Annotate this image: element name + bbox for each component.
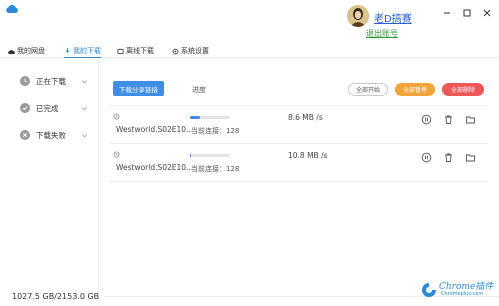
progress-fill [190,154,192,157]
sidebar-item-label: 已完成 [36,103,59,113]
file-name: Westworld.S02E10... [116,163,194,172]
chevron-down-icon [82,133,87,137]
row-divider [110,181,488,182]
tab-offline-download[interactable]: 离线下载 [117,44,154,58]
maximize-icon[interactable] [462,8,472,18]
tab-label: 我的网盘 [17,47,45,55]
download-speed: 8.6 MB /s [288,113,323,122]
folder-icon[interactable] [465,114,476,125]
download-icon [65,47,70,53]
progress-fill [190,116,200,119]
pause-all-button[interactable]: 全部暂停 [395,83,435,96]
download-row[interactable]: Westworld.S02E10... 8.6 MB /s 当前连接：128 [110,105,488,143]
watermark-logo-icon [422,283,436,297]
connection-count: 当前连接：128 [191,127,240,135]
clock-icon [20,76,30,86]
progress-bar [190,116,230,119]
download-speed: 10.8 MB /s [288,151,328,160]
sidebar-item-label: 下载失败 [36,130,66,140]
sidebar-item-completed[interactable]: 已完成 [0,97,99,119]
storage-usage: 1027.5 GB/2153.0 GB [12,292,100,301]
minimize-icon[interactable] [442,8,452,18]
connection-count: 当前连接：128 [191,165,240,173]
delete-all-button[interactable]: 全部删除 [442,83,484,96]
username-link[interactable]: 老D搞赛 [374,10,412,25]
folder-icon[interactable] [465,152,476,163]
x-circle-icon [20,130,30,140]
tab-system-settings[interactable]: 系统设置 [172,44,209,58]
watermark: Chrome插件 Chromeplus.com [418,279,498,301]
download-row[interactable]: Westworld.S02E10... 10.8 MB /s 当前连接：128 [110,143,488,181]
chevron-down-icon [82,79,87,83]
clock-icon [113,113,120,120]
sidebar-item-label: 正在下载 [36,76,66,86]
sidebar-item-failed[interactable]: 下载失败 [0,124,99,146]
trash-icon[interactable] [443,114,454,125]
pause-icon[interactable] [421,114,432,125]
watermark-url: Chromeplus.com [441,291,484,297]
file-name: Westworld.S02E10... [116,125,194,134]
tab-label: 我的下载 [73,46,101,55]
offline-icon [117,48,124,54]
start-all-button[interactable]: 全部开始 [348,83,388,96]
close-icon[interactable] [482,8,492,18]
logout-link[interactable]: 退出账号 [366,28,398,39]
cloud-logo-icon [6,5,18,13]
progress-bar [190,154,230,157]
trash-icon[interactable] [443,152,454,163]
tab-label: 系统设置 [181,47,209,55]
progress-column-header: 进度 [192,86,206,94]
clock-icon [113,151,120,158]
main-tabs: 我的网盘 我的下载 离线下载 系统设置 [0,42,499,58]
tab-label: 离线下载 [126,47,154,55]
check-circle-icon [20,103,30,113]
cloud-icon [8,49,15,54]
avatar[interactable] [347,5,369,27]
sidebar-item-downloading[interactable]: 正在下载 [0,70,99,92]
title-bar: 老D搞赛 退出账号 [0,0,499,42]
download-share-link-button[interactable]: 下载分享链接 [113,81,164,96]
tab-my-disk[interactable]: 我的网盘 [8,44,45,58]
gear-icon [172,48,179,54]
chevron-down-icon [82,106,87,110]
tab-my-downloads[interactable]: 我的下载 [64,44,101,58]
pause-icon[interactable] [421,152,432,163]
